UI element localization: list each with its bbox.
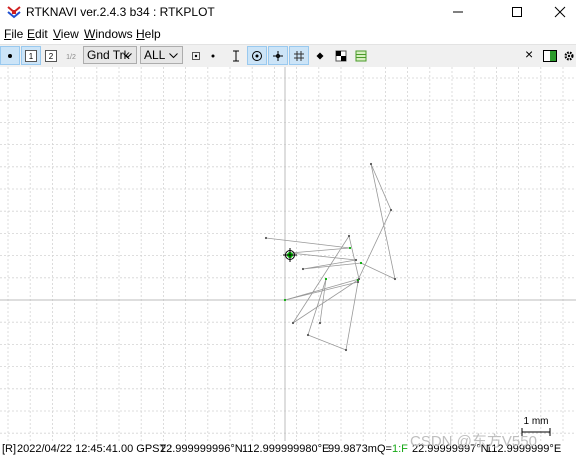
menu-view[interactable]: View <box>53 27 79 41</box>
menu-windows-mnemonic: W <box>84 27 96 41</box>
show-data2-button[interactable]: 2 <box>41 46 61 65</box>
track-point <box>369 162 373 166</box>
title-bar: RTKNAVI ver.2.4.3 b34 : RTKPLOT <box>0 0 576 24</box>
status-height: 99.9873m <box>328 443 377 455</box>
menu-view-mnemonic: V <box>53 27 61 41</box>
close-plot-button[interactable]: × <box>520 46 540 65</box>
status-quality-label: Q= <box>377 443 392 455</box>
data1-label: 1 <box>29 52 34 61</box>
track-point <box>347 234 351 238</box>
menu-edit-mnemonic: E <box>27 27 36 41</box>
status-time: 2022/04/22 12:45:41.00 GPST : <box>17 443 173 455</box>
settings-button[interactable] <box>561 46 576 65</box>
show-points-button[interactable] <box>351 46 371 65</box>
close-small-icon: × <box>525 46 534 62</box>
track-point <box>301 267 305 271</box>
status-longitude: 112.999999980°E <box>242 443 330 455</box>
track-point <box>344 348 348 352</box>
menu-windows[interactable]: Windows <box>84 27 133 41</box>
track-point <box>291 321 295 325</box>
data2-label: 2 <box>49 52 54 61</box>
status-prefix: [R] <box>2 443 17 455</box>
window-title: RTKNAVI ver.2.4.3 b34 : RTKPLOT <box>26 5 215 19</box>
track-point <box>318 321 322 325</box>
menu-windows-label: indows <box>95 27 133 41</box>
fit-button[interactable] <box>310 46 330 65</box>
error-bar-icon <box>233 50 239 61</box>
close-icon <box>554 6 566 18</box>
grid-icon <box>294 50 304 61</box>
show-map-button[interactable] <box>331 46 351 65</box>
minimize-icon <box>453 11 463 13</box>
status-latitude: 22.999999996°N <box>160 443 243 455</box>
diamond-icon <box>316 52 324 59</box>
track-point <box>264 236 268 240</box>
scale-label: 1 mm <box>524 416 549 427</box>
menu-help[interactable]: Help <box>136 27 161 41</box>
menu-help-label: elp <box>144 27 161 41</box>
quality-select[interactable]: ALL <box>140 46 183 64</box>
data12-label: 1/2 <box>66 54 76 61</box>
track-point <box>389 208 393 212</box>
track-point <box>348 246 352 250</box>
watermark: CSDN @东方V550 <box>410 433 537 450</box>
menu-view-label: iew <box>60 27 79 41</box>
track-point <box>306 333 310 337</box>
green-grid-icon <box>355 50 367 61</box>
small-dot-icon <box>211 54 215 57</box>
status-quality-value: 1:F <box>392 443 408 455</box>
center-origin-button[interactable] <box>247 46 267 65</box>
error-bar-button[interactable] <box>226 46 246 65</box>
dot-icon <box>8 53 12 58</box>
show-data12-button[interactable]: 1/2 <box>61 46 81 65</box>
data2-icon: 2 <box>45 49 57 62</box>
dropdown-button[interactable] <box>203 46 223 65</box>
show-data1-button[interactable]: 1 <box>21 46 41 65</box>
toolbar: 1 2 1/2 Gnd Trk ALL × <box>0 44 576 68</box>
minimize-button[interactable] <box>435 0 481 24</box>
crosshair-icon <box>273 50 283 61</box>
quality-value: ALL <box>144 48 166 62</box>
menu-edit-label: dit <box>35 27 48 41</box>
maximize-button[interactable] <box>494 0 540 24</box>
show-grid-button[interactable] <box>289 46 309 65</box>
show-axis-button[interactable] <box>268 46 288 65</box>
ground-track-plot[interactable]: 1 mm <box>0 67 576 441</box>
track-point <box>359 261 363 265</box>
track-point <box>283 298 287 302</box>
chevron-down-icon <box>123 53 132 59</box>
menu-file-label: ile <box>11 27 24 41</box>
menu-help-mnemonic: H <box>136 27 145 41</box>
track-point <box>393 277 397 281</box>
menu-edit[interactable]: Edit <box>27 27 48 41</box>
track-point <box>354 258 358 262</box>
toggle-panel-button[interactable] <box>540 46 560 65</box>
rtk-app-icon <box>7 5 21 19</box>
center-origin-icon <box>252 50 262 61</box>
panel-toggle-icon <box>543 49 557 62</box>
menu-file[interactable]: File <box>4 27 23 41</box>
map-layer-icon <box>335 50 347 61</box>
gear-icon <box>563 50 574 61</box>
data1-icon: 1 <box>25 49 37 62</box>
track-point <box>324 277 328 281</box>
chevron-down-icon <box>169 53 178 59</box>
close-button[interactable] <box>537 0 576 24</box>
maximize-icon <box>512 7 522 17</box>
plot-type-select[interactable]: Gnd Trk <box>83 46 137 64</box>
menu-bar: File Edit View Windows Help <box>0 24 576 44</box>
point-target-icon <box>192 51 200 60</box>
connect-button[interactable] <box>0 46 20 65</box>
track-point <box>357 277 361 281</box>
track-point <box>356 280 360 284</box>
data12-icon: 1/2 <box>66 54 76 61</box>
